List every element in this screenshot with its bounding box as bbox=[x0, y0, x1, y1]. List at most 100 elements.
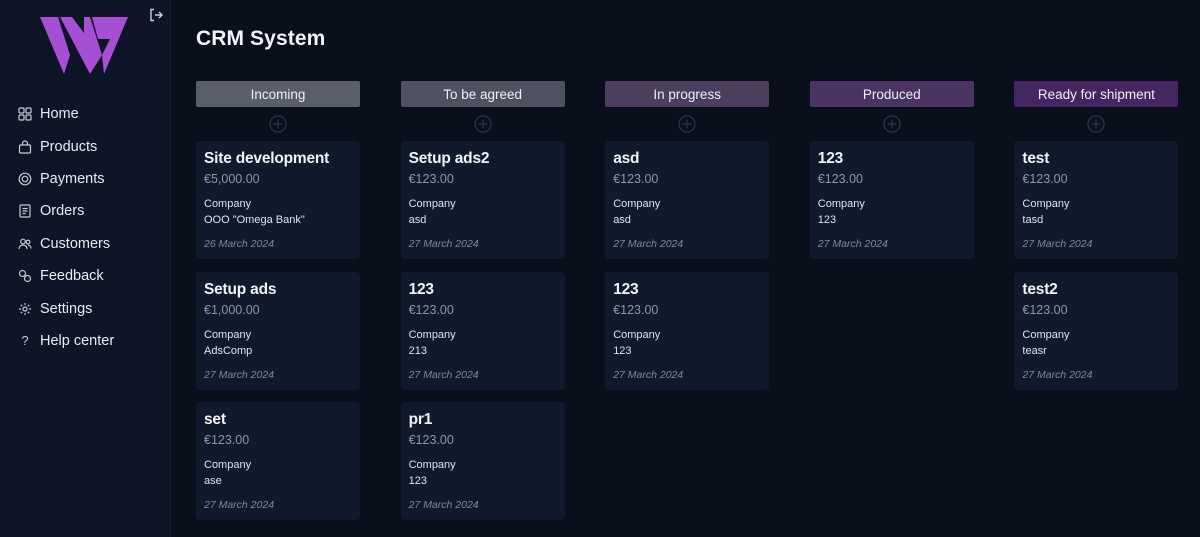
add-card-icon[interactable] bbox=[473, 115, 492, 133]
card-title: 123 bbox=[408, 280, 434, 298]
card-price: €123.00 bbox=[204, 433, 250, 447]
sidebar-item-settings[interactable]: Settings bbox=[18, 292, 158, 324]
sidebar-item-label: Payments bbox=[40, 170, 105, 187]
card-price: €123.00 bbox=[613, 302, 659, 317]
card-price: €123.00 bbox=[408, 172, 454, 186]
column-header[interactable]: Produced bbox=[809, 81, 974, 107]
card-company: 123 bbox=[613, 344, 632, 357]
deal-card[interactable]: 123 €123.00 Company 123 27 March 2024 bbox=[605, 271, 770, 390]
add-card-icon[interactable] bbox=[1087, 115, 1106, 133]
card-title: Setup ads2 bbox=[408, 150, 490, 167]
sidebar-item-help-center[interactable]: ? Help center bbox=[18, 325, 158, 357]
card-title: set bbox=[204, 411, 226, 428]
sidebar-item-label: Home bbox=[40, 106, 79, 123]
card-company: tasd bbox=[1022, 214, 1044, 226]
deal-card[interactable]: asd €123.00 Company asd 27 March 2024 bbox=[605, 141, 770, 259]
sidebar-item-label: Products bbox=[40, 138, 98, 155]
card-company-label: Company bbox=[204, 198, 252, 210]
card-title: pr1 bbox=[408, 411, 433, 428]
card-price: €123.00 bbox=[408, 433, 454, 447]
sidebar: Home Products Payments Orders Customers bbox=[0, 0, 171, 537]
sidebar-item-customers[interactable]: Customers bbox=[18, 228, 158, 260]
card-date: 27 March 2024 bbox=[613, 368, 684, 381]
card-company-label: Company bbox=[408, 328, 456, 341]
card-company-label: Company bbox=[817, 198, 865, 210]
card-title: asd bbox=[613, 150, 640, 167]
sidebar-item-home[interactable]: Home bbox=[18, 98, 158, 130]
card-company: ase bbox=[204, 475, 222, 487]
deal-card[interactable]: 123 €123.00 Company 123 27 March 2024 bbox=[809, 141, 974, 259]
card-price: €123.00 bbox=[817, 172, 863, 186]
sidebar-item-products[interactable]: Products bbox=[18, 130, 158, 162]
card-company-label: Company bbox=[204, 459, 252, 471]
gear-icon bbox=[18, 302, 32, 316]
sidebar-item-label: Help center bbox=[40, 332, 115, 349]
card-company: 123 bbox=[408, 475, 427, 487]
add-card-icon[interactable] bbox=[678, 115, 696, 133]
column-produced: Produced 123 €123.00 Company 123 27 Marc… bbox=[809, 81, 974, 272]
deal-card[interactable]: 123 €123.00 Company 213 27 March 2024 bbox=[400, 271, 565, 390]
sidebar-item-label: Orders bbox=[40, 203, 85, 220]
card-company: OOO "Omega Bank" bbox=[204, 214, 305, 226]
column-header[interactable]: Incoming bbox=[196, 81, 360, 107]
card-company: asd bbox=[613, 214, 631, 226]
card-company: 213 bbox=[408, 344, 427, 357]
deal-card[interactable]: Setup ads €1,000.00 Company AdsComp 27 M… bbox=[196, 271, 360, 390]
card-company-label: Company bbox=[613, 198, 661, 210]
card-date: 27 March 2024 bbox=[817, 238, 888, 250]
users-icon bbox=[18, 237, 32, 251]
deal-card[interactable]: set €123.00 Company ase 27 March 2024 bbox=[196, 402, 360, 520]
sidebar-item-orders[interactable]: Orders bbox=[18, 195, 158, 227]
page-title: CRM System bbox=[196, 27, 326, 50]
add-card-icon[interactable] bbox=[269, 115, 287, 133]
sidebar-item-label: Customers bbox=[40, 235, 111, 252]
card-date: 27 March 2024 bbox=[408, 368, 479, 381]
deal-card[interactable]: Setup ads2 €123.00 Company asd 27 March … bbox=[400, 141, 565, 259]
card-company: 123 bbox=[817, 214, 837, 226]
sidebar-nav: Home Products Payments Orders Customers bbox=[18, 98, 158, 357]
sidebar-item-payments[interactable]: Payments bbox=[18, 163, 158, 195]
chat-icon bbox=[18, 269, 32, 283]
sidebar-item-feedback[interactable]: Feedback bbox=[18, 260, 158, 292]
deal-card[interactable]: Site development €5,000.00 Company OOO "… bbox=[196, 141, 360, 259]
logout-icon[interactable] bbox=[148, 7, 164, 23]
grid-icon bbox=[18, 107, 32, 121]
card-company: teasr bbox=[1022, 344, 1047, 357]
card-company-label: Company bbox=[408, 459, 456, 471]
document-icon bbox=[18, 204, 32, 218]
card-price: €1,000.00 bbox=[204, 302, 260, 317]
card-date: 26 March 2024 bbox=[204, 238, 275, 250]
column-header[interactable]: Ready for shipment bbox=[1014, 81, 1179, 107]
deal-card[interactable]: test €123.00 Company tasd 27 March 2024 bbox=[1014, 141, 1179, 259]
card-company: asd bbox=[408, 214, 427, 226]
card-title: 123 bbox=[613, 280, 639, 298]
card-title: test bbox=[1022, 150, 1050, 167]
column-incoming: Incoming Site development €5,000.00 Comp… bbox=[196, 81, 360, 533]
logo-icon[interactable] bbox=[40, 17, 128, 74]
card-company-label: Company bbox=[1022, 198, 1070, 210]
card-date: 27 March 2024 bbox=[1022, 368, 1093, 381]
card-company-label: Company bbox=[1022, 328, 1070, 341]
sidebar-item-label: Settings bbox=[40, 300, 93, 317]
column-in-progress: In progress asd €123.00 Company asd 27 M… bbox=[605, 81, 770, 402]
add-card-icon[interactable] bbox=[883, 115, 901, 133]
sidebar-item-label: Feedback bbox=[40, 268, 104, 285]
card-date: 27 March 2024 bbox=[204, 499, 275, 511]
deal-card[interactable]: pr1 €123.00 Company 123 27 March 2024 bbox=[400, 402, 565, 520]
card-title: Setup ads bbox=[204, 280, 277, 298]
card-price: €123.00 bbox=[408, 302, 454, 317]
deal-card[interactable]: test2 €123.00 Company teasr 27 March 202… bbox=[1014, 271, 1179, 390]
bag-icon bbox=[18, 139, 32, 154]
column-header[interactable]: In progress bbox=[605, 81, 770, 107]
card-date: 27 March 2024 bbox=[408, 499, 479, 511]
card-price: €123.00 bbox=[1022, 302, 1068, 317]
card-company-label: Company bbox=[408, 198, 456, 210]
card-date: 27 March 2024 bbox=[1022, 238, 1093, 250]
column-header[interactable]: To be agreed bbox=[400, 81, 565, 107]
card-company: AdsComp bbox=[204, 344, 253, 357]
card-price: €5,000.00 bbox=[204, 172, 260, 186]
card-date: 27 March 2024 bbox=[204, 368, 275, 381]
column-to-be-agreed: To be agreed Setup ads2 €123.00 Company … bbox=[400, 81, 565, 533]
card-price: €123.00 bbox=[1022, 172, 1068, 186]
card-title: Site development bbox=[204, 150, 330, 167]
